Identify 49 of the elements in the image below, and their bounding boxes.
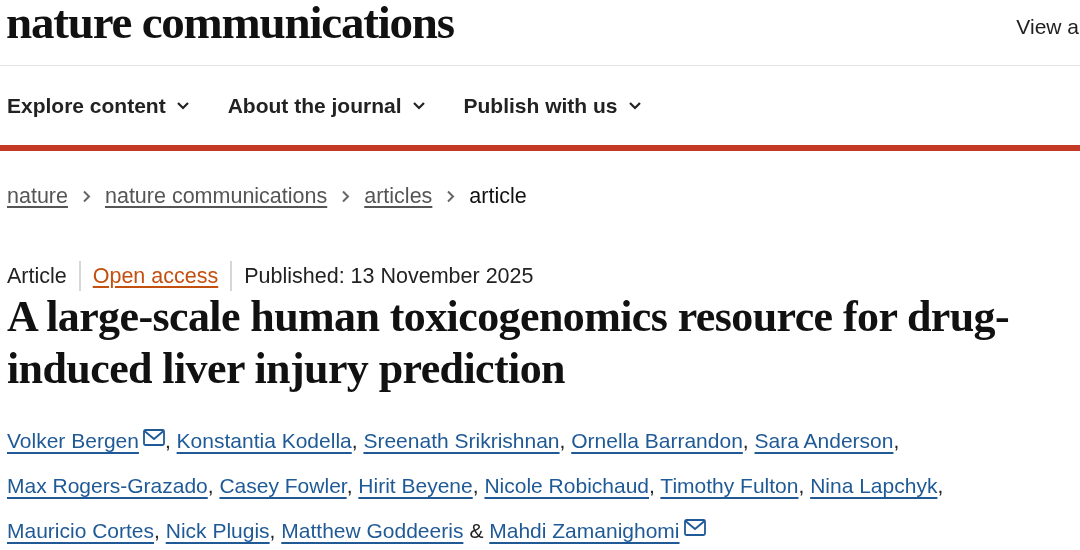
- author-link[interactable]: Nicole Robichaud: [484, 474, 650, 497]
- author-link[interactable]: Matthew Goddeeris: [281, 519, 464, 542]
- author-link[interactable]: Sara Anderson: [754, 429, 894, 452]
- author-separator: ,: [893, 429, 900, 452]
- breadcrumb-current: article: [469, 183, 527, 210]
- chevron-right-icon: [446, 189, 456, 203]
- author-link[interactable]: Sreenath Srikrishnan: [363, 429, 560, 452]
- author-separator: ,: [351, 429, 358, 452]
- author-separator: ,: [472, 474, 479, 497]
- author-separator: &: [469, 519, 484, 542]
- author-link[interactable]: Nick Plugis: [165, 519, 270, 542]
- chevron-down-icon: [627, 100, 642, 111]
- author-link[interactable]: Mauricio Cortes: [7, 519, 155, 542]
- open-access-link[interactable]: Open access: [78, 261, 231, 291]
- author-link[interactable]: Konstantia Kodella: [176, 429, 352, 452]
- site-logo[interactable]: nature communications: [6, 0, 454, 49]
- author-link[interactable]: Hirit Beyene: [358, 474, 473, 497]
- author-link[interactable]: Mahdi Zamanighomi: [489, 519, 680, 542]
- chevron-right-icon: [81, 189, 91, 203]
- author-separator: ,: [154, 519, 160, 542]
- author-separator: ,: [798, 474, 805, 497]
- author-separator: ,: [937, 474, 944, 497]
- header-link[interactable]: View a: [1016, 14, 1079, 39]
- author-link[interactable]: Timothy Fulton: [660, 474, 799, 497]
- chevron-down-icon: [411, 100, 426, 111]
- author-link[interactable]: Casey Fowler: [219, 474, 347, 497]
- author-separator: ,: [269, 519, 276, 542]
- nav-menu-button[interactable]: About the journal: [227, 93, 426, 118]
- author-separator: ,: [207, 474, 214, 497]
- breadcrumb-link[interactable]: articles: [364, 181, 433, 211]
- author-link[interactable]: Volker Bergen: [7, 429, 139, 452]
- breadcrumb-link[interactable]: nature communications: [104, 181, 328, 211]
- nav-menu-button[interactable]: Publish with us: [463, 93, 642, 118]
- author-separator: ,: [742, 429, 749, 452]
- breadcrumb-link[interactable]: nature: [7, 181, 68, 211]
- article-title: A large-scale human toxicogenomics resource for drug-induced liver injury prediction: [7, 291, 1011, 395]
- email-icon[interactable]: [142, 429, 165, 446]
- email-icon[interactable]: [683, 519, 706, 536]
- author-link[interactable]: Max Rogers-Grazado: [7, 474, 208, 497]
- article-type: Article: [7, 263, 68, 290]
- chevron-right-icon: [341, 189, 351, 203]
- author-link[interactable]: Ornella Barrandon: [571, 429, 743, 452]
- published-date: Published: 13 November 2025: [230, 261, 546, 291]
- chevron-down-icon: [175, 100, 190, 111]
- author-separator: ,: [164, 429, 171, 452]
- author-separator: ,: [559, 429, 566, 452]
- author-link[interactable]: Nina Lapchyk: [810, 474, 938, 497]
- author-separator: ,: [649, 474, 655, 497]
- nav-menu-button[interactable]: Explore content: [7, 93, 190, 118]
